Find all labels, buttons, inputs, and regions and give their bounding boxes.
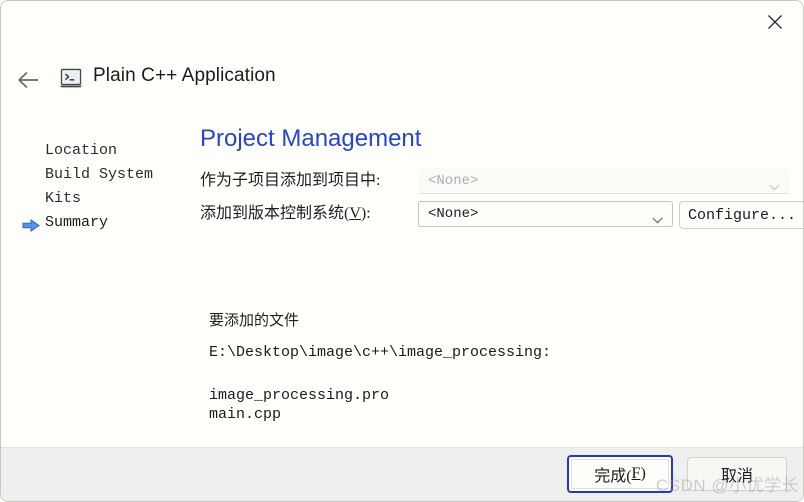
finish-label-pre: 完成( bbox=[594, 468, 632, 485]
wizard-dialog: Plain C++ Application Location Build Sys… bbox=[0, 0, 804, 502]
back-arrow-icon bbox=[18, 71, 38, 89]
wizard-header: Plain C++ Application bbox=[1, 59, 803, 105]
chevron-down-icon bbox=[769, 178, 780, 191]
finish-button-label: 完成(F) bbox=[571, 459, 669, 489]
wizard-steps: Location Build System Kits Summary bbox=[22, 139, 195, 235]
cancel-button[interactable]: 取消 bbox=[687, 457, 787, 491]
vcs-label: 添加到版本控制系统(V): bbox=[200, 201, 371, 227]
finish-label-mnemonic: F bbox=[631, 465, 641, 482]
step-label: Build System bbox=[45, 166, 154, 183]
console-app-icon bbox=[59, 67, 85, 91]
dialog-footer: 完成(F) 取消 bbox=[1, 447, 803, 501]
page-title: Project Management bbox=[200, 125, 422, 152]
finish-label-post: ) bbox=[640, 465, 646, 482]
chevron-down-icon bbox=[652, 211, 663, 224]
step-build-system[interactable]: Build System bbox=[45, 163, 195, 187]
close-icon bbox=[768, 15, 782, 29]
list-item: main.cpp bbox=[209, 406, 282, 423]
step-kits[interactable]: Kits bbox=[45, 187, 195, 211]
step-location[interactable]: Location bbox=[45, 139, 195, 163]
back-button[interactable] bbox=[13, 65, 45, 95]
subproject-value: <None> bbox=[428, 173, 479, 189]
vcs-label-pre: 添加到版本控制系统( bbox=[200, 205, 350, 222]
files-target-path: E:\Desktop\image\c++\image_processing: bbox=[209, 344, 552, 361]
vcs-label-mnemonic: V bbox=[349, 205, 361, 222]
vcs-value: <None> bbox=[428, 206, 479, 222]
files-to-add-heading: 要添加的文件 bbox=[209, 313, 300, 329]
configure-button[interactable]: Configure... bbox=[679, 201, 803, 229]
wizard-title: Plain C++ Application bbox=[93, 65, 276, 86]
step-summary[interactable]: Summary bbox=[22, 211, 195, 235]
close-button[interactable] bbox=[753, 5, 797, 39]
files-to-add-list: image_processing.pro main.cpp bbox=[209, 386, 389, 424]
current-step-arrow-icon bbox=[22, 217, 40, 232]
vcs-combobox[interactable]: <None> bbox=[418, 201, 673, 227]
step-label: Location bbox=[45, 142, 118, 159]
step-label: Summary bbox=[45, 214, 109, 231]
step-label: Kits bbox=[45, 190, 82, 207]
finish-button[interactable]: 完成(F) bbox=[567, 455, 673, 493]
subproject-combobox[interactable]: <None> bbox=[418, 168, 790, 194]
list-item: image_processing.pro bbox=[209, 387, 390, 404]
vcs-label-post: ): bbox=[360, 205, 371, 222]
subproject-label: 作为子项目添加到项目中: bbox=[200, 172, 381, 189]
